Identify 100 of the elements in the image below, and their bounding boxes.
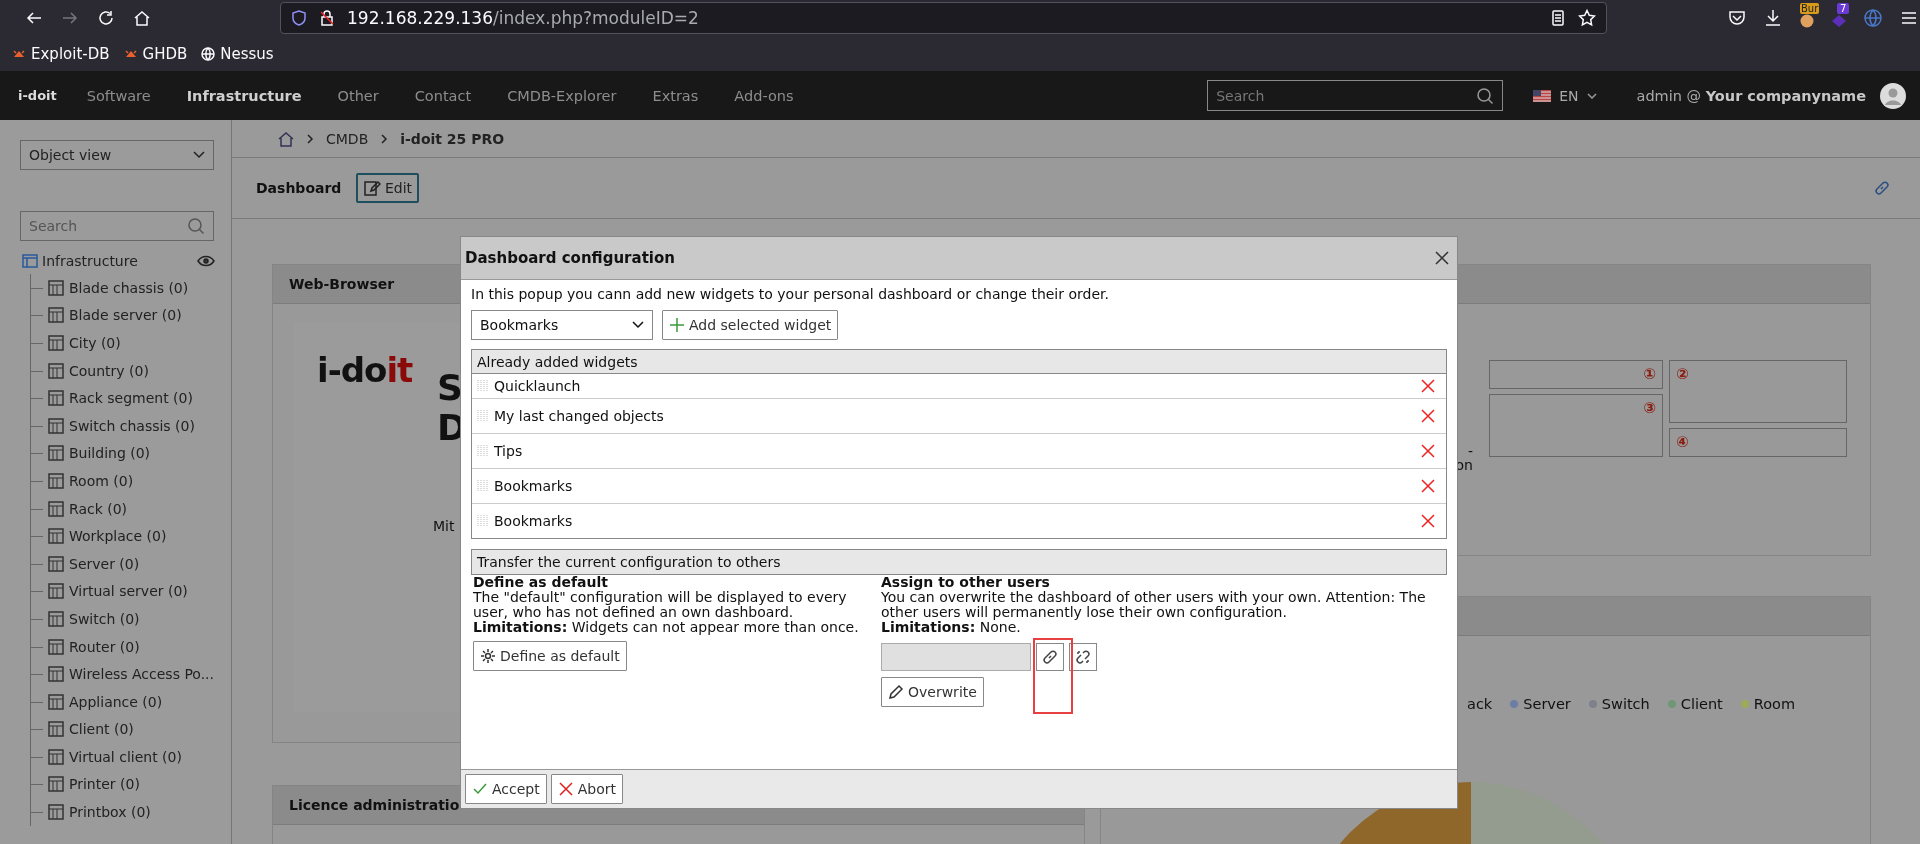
body-text: - [1467, 444, 1473, 458]
app-logo[interactable]: i-doit [18, 88, 57, 103]
bookmark-link[interactable]: Nessus [220, 44, 274, 63]
tree-item[interactable]: Printbox (0) [69, 804, 151, 821]
breadcrumb-item[interactable]: CMDB [326, 130, 369, 147]
tree-item[interactable]: Blade server (0) [69, 307, 182, 324]
define-default-button[interactable]: Define as default [473, 641, 627, 671]
remove-button[interactable] [1420, 443, 1436, 459]
widget-list-item[interactable]: Bookmarks [494, 513, 1414, 529]
drag-handle-icon[interactable] [476, 444, 488, 458]
tree-item[interactable]: Appliance (0) [69, 693, 163, 710]
user-input-field[interactable] [881, 643, 1031, 671]
nav-menu-item[interactable]: CMDB-Explorer [489, 87, 635, 104]
object-type-icon [47, 499, 65, 518]
tree-item[interactable]: Client (0) [69, 721, 134, 738]
nav-menu-item[interactable]: Infrastructure [168, 87, 320, 104]
tree-item[interactable]: City (0) [69, 335, 121, 351]
tree-item[interactable]: Rack segment (0) [69, 390, 193, 407]
tree-item[interactable]: Switch (0) [69, 610, 140, 627]
object-type-icon [47, 278, 65, 297]
language-selector[interactable]: EN [1559, 87, 1579, 104]
drag-handle-icon[interactable] [476, 409, 488, 423]
tree-root-item[interactable]: Infrastructure [42, 252, 193, 269]
tree-item[interactable]: Country (0) [69, 362, 149, 379]
overwrite-button[interactable]: Overwrite [881, 677, 984, 707]
tree-item[interactable]: Rack (0) [69, 500, 128, 517]
search-icon [1476, 86, 1495, 105]
widget-list-item[interactable]: Bookmarks [494, 478, 1414, 494]
tree-item[interactable]: Virtual server (0) [69, 583, 188, 600]
nav-menu-item[interactable]: Other [319, 87, 397, 104]
tree-root-icon [22, 252, 38, 269]
plus-icon [669, 317, 685, 333]
footer-button[interactable]: Accept [465, 774, 547, 804]
tree-item[interactable]: Wireless Access Po... [69, 666, 215, 683]
layout-slot: ② [1669, 360, 1847, 423]
close-icon [1420, 513, 1436, 529]
view-select[interactable]: Object view [20, 140, 214, 170]
remove-button[interactable] [1420, 513, 1436, 529]
star-icon[interactable] [1578, 9, 1596, 27]
tree-item[interactable]: Switch chassis (0) [69, 417, 195, 434]
dialog-title: Dashboard configuration [465, 249, 676, 267]
tree-item[interactable]: Printer (0) [69, 776, 140, 793]
chevron-right-icon [306, 133, 314, 144]
check-icon [472, 781, 488, 797]
reload-icon[interactable] [97, 9, 115, 27]
object-type-icon [47, 554, 65, 573]
bookmark-link[interactable]: GHDB [142, 44, 188, 63]
eye-icon[interactable] [197, 254, 215, 267]
tree-item[interactable]: Router (0) [69, 638, 140, 655]
object-type-icon [47, 527, 65, 546]
tree-item[interactable]: Workplace (0) [69, 528, 167, 545]
link-icon [1042, 649, 1058, 665]
reader-view-icon[interactable] [1550, 10, 1566, 26]
nav-menu-item[interactable]: Extras [634, 87, 717, 104]
nav-menu-item[interactable]: Contact [396, 87, 490, 104]
drag-handle-icon[interactable] [476, 379, 488, 393]
link-icon[interactable] [1874, 180, 1890, 196]
avatar-icon[interactable] [1880, 82, 1906, 109]
home-icon[interactable] [133, 9, 151, 27]
nav-menu-item[interactable]: Add-ons [716, 87, 812, 104]
globe-icon[interactable] [1863, 8, 1883, 28]
remove-button[interactable] [1420, 408, 1436, 424]
globe-icon [201, 46, 216, 61]
add-widget-button[interactable]: Add selected widget [662, 310, 839, 340]
pocket-icon[interactable] [1727, 8, 1747, 28]
extension-icon[interactable] [1799, 14, 1815, 28]
drag-handle-icon[interactable] [476, 479, 488, 493]
footer-button[interactable]: Abort [550, 774, 623, 804]
link-button[interactable] [1036, 643, 1064, 671]
layout-slot: ③ [1489, 394, 1663, 457]
widget-list-item[interactable]: Quicklaunch [494, 378, 1414, 394]
tree-item[interactable]: Room (0) [69, 472, 134, 489]
object-type-icon [47, 444, 65, 463]
tree-item[interactable]: Blade chassis (0) [69, 279, 189, 296]
drag-handle-icon[interactable] [476, 514, 488, 528]
description-text: The "default" configuration will be displayed to every user, who has not defined an own dashboard. [473, 590, 848, 620]
extension-label: Bur [1800, 3, 1820, 14]
edit-button[interactable]: Edit [356, 173, 420, 203]
search-field[interactable]: Search [1207, 80, 1504, 111]
remove-button[interactable] [1420, 378, 1436, 394]
widget-list-item[interactable]: Tips [494, 443, 1414, 459]
nav-menu-item[interactable]: Software [68, 87, 169, 104]
bookmark-link[interactable]: Exploit-DB [31, 44, 110, 63]
widget-select[interactable]: Bookmarks [471, 310, 653, 340]
pencil-icon [888, 684, 904, 700]
widget-list-item[interactable]: My last changed objects [494, 408, 1414, 424]
heading-text: S [437, 368, 464, 408]
address-bar[interactable]: 192.168.229.136/index.php?moduleID=2 [280, 2, 1607, 34]
breadcrumb-item[interactable]: i-doit 25 PRO [400, 130, 505, 147]
user-account-label[interactable]: admin @ Your companyname [1636, 87, 1866, 104]
download-icon[interactable] [1763, 8, 1783, 28]
remove-button[interactable] [1420, 478, 1436, 494]
legend-label: Client [1680, 696, 1723, 712]
tree-item[interactable]: Virtual client (0) [69, 748, 182, 765]
gear-icon [480, 648, 496, 664]
tree-item[interactable]: Server (0) [69, 555, 140, 572]
object-type-icon [47, 747, 65, 766]
extension-badge: 7 [1837, 3, 1850, 14]
tree-item[interactable]: Building (0) [69, 445, 151, 462]
unlink-button[interactable] [1069, 643, 1097, 671]
